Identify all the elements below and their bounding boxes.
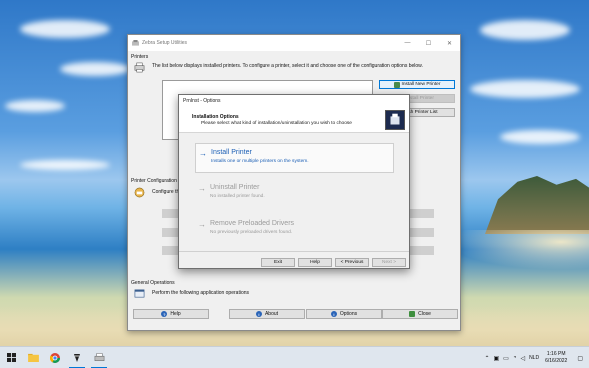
previous-button[interactable]: < Previous — [335, 258, 369, 267]
printer-taskbar-icon — [94, 352, 104, 361]
clock-time: 1:16 PM — [546, 351, 566, 357]
dialog-title: PrnInst - Options — [183, 98, 221, 104]
zebra-app-icon — [132, 39, 139, 46]
remove-drivers-description: No previously preloaded drivers found. — [210, 230, 293, 235]
remove-arrow-icon: → — [198, 220, 206, 229]
remove-drivers-option[interactable]: → Remove Preloaded Drivers No previously… — [195, 215, 394, 245]
maximize-button[interactable]: ☐ — [418, 35, 439, 51]
uninstall-printer-option[interactable]: → Uninstall Printer No installed printer… — [195, 179, 394, 209]
about-button[interactable]: i About — [229, 309, 305, 319]
install-new-printer-label: Install New Printer — [401, 82, 441, 87]
exit-button[interactable]: Exit — [261, 258, 295, 267]
dialog-titlebar[interactable]: PrnInst - Options — [179, 95, 409, 107]
clock[interactable]: 1:16 PM 6/16/2022 — [545, 351, 567, 365]
printers-section-label: Printers — [131, 54, 149, 60]
help-icon: ? — [161, 311, 168, 317]
island-landscape — [485, 176, 589, 234]
window-title: Zebra Setup Utilities — [142, 40, 188, 46]
taskbar: ⌃ ▣ ▭ ◔ ◁ NLD 1:16 PM 6/16/2022 ▢ — [0, 346, 589, 368]
uninstall-printer-description: No installed printer found. — [210, 194, 265, 199]
prninst-taskbar[interactable] — [88, 347, 110, 368]
battery-icon[interactable]: ▭ — [503, 355, 509, 362]
language-indicator[interactable]: NLD — [529, 355, 539, 361]
install-new-printer-button[interactable]: Install New Printer — [379, 80, 455, 89]
install-printer-icon — [393, 81, 400, 88]
remove-drivers-title: Remove Preloaded Drivers — [210, 220, 295, 227]
close-door-icon — [409, 311, 416, 317]
uninstall-arrow-icon: → — [198, 184, 206, 193]
zebra-setup-taskbar[interactable] — [66, 347, 88, 368]
windows-logo-icon — [6, 353, 16, 362]
close-window-button[interactable]: ✕ — [439, 35, 460, 51]
printers-description: The list below displays installed printe… — [152, 63, 423, 69]
show-hidden-icons-icon[interactable]: ⌃ — [484, 355, 489, 362]
network-status-icon[interactable]: ▣ — [493, 355, 499, 362]
clock-date: 6/16/2022 — [545, 358, 568, 364]
options-label: Options — [339, 311, 358, 317]
uninstall-printer-title: Uninstall Printer — [210, 184, 260, 191]
printer-config-icon — [134, 187, 145, 198]
config-button-placeholder-4[interactable] — [409, 209, 434, 218]
install-printer-description: Installs one or multiple printers on the… — [211, 159, 309, 164]
install-printer-option[interactable]: → Install Printer Installs one or multip… — [195, 143, 394, 173]
about-label: About — [264, 311, 279, 317]
general-operations-section-label: General Operations — [131, 280, 175, 286]
general-operations-icon — [134, 289, 145, 298]
minimize-button[interactable]: — — [397, 35, 418, 51]
help-button[interactable]: ? Help — [133, 309, 209, 319]
chrome-taskbar[interactable] — [44, 347, 66, 368]
info-icon: i — [255, 311, 262, 317]
close-label: Close — [418, 311, 431, 317]
printer-configuration-section-label: Printer Configuration — [131, 178, 177, 184]
volume-icon[interactable]: ◁ — [520, 355, 525, 362]
install-arrow-icon: → — [199, 149, 207, 158]
installer-logo-icon — [385, 110, 405, 130]
next-button[interactable]: Next > — [372, 258, 406, 267]
wifi-icon[interactable]: ◔ — [513, 355, 517, 361]
zebra-icon — [74, 353, 80, 362]
options-info-icon: i — [330, 311, 337, 317]
dialog-help-button[interactable]: Help — [298, 258, 332, 267]
options-dialog: PrnInst - Options Installation Options P… — [178, 94, 410, 269]
installation-options-subtitle: Please select what kind of installation/… — [201, 121, 352, 126]
install-printer-title: Install Printer — [211, 149, 252, 156]
file-explorer-taskbar[interactable] — [22, 347, 44, 368]
close-button[interactable]: Close — [382, 309, 458, 319]
notifications-icon[interactable]: ▢ — [577, 355, 583, 362]
config-button-placeholder-5[interactable] — [409, 228, 434, 237]
chrome-icon — [50, 352, 60, 363]
printer-icon — [134, 62, 145, 73]
window-titlebar[interactable]: Zebra Setup Utilities — ☐ ✕ — [128, 35, 460, 51]
folder-icon — [27, 353, 39, 362]
installation-options-heading: Installation Options — [192, 114, 239, 120]
help-label: Help — [170, 311, 181, 317]
dialog-separator — [179, 251, 409, 252]
start-button[interactable] — [0, 347, 22, 368]
dialog-header: Installation Options Please select what … — [179, 107, 409, 133]
options-button[interactable]: i Options — [306, 309, 382, 319]
system-tray: ⌃ ▣ ▭ ◔ ◁ NLD 1:16 PM 6/16/2022 ▢ — [482, 347, 589, 368]
config-button-placeholder-6[interactable] — [409, 246, 434, 255]
general-operations-description: Perform the following application operat… — [152, 290, 249, 296]
